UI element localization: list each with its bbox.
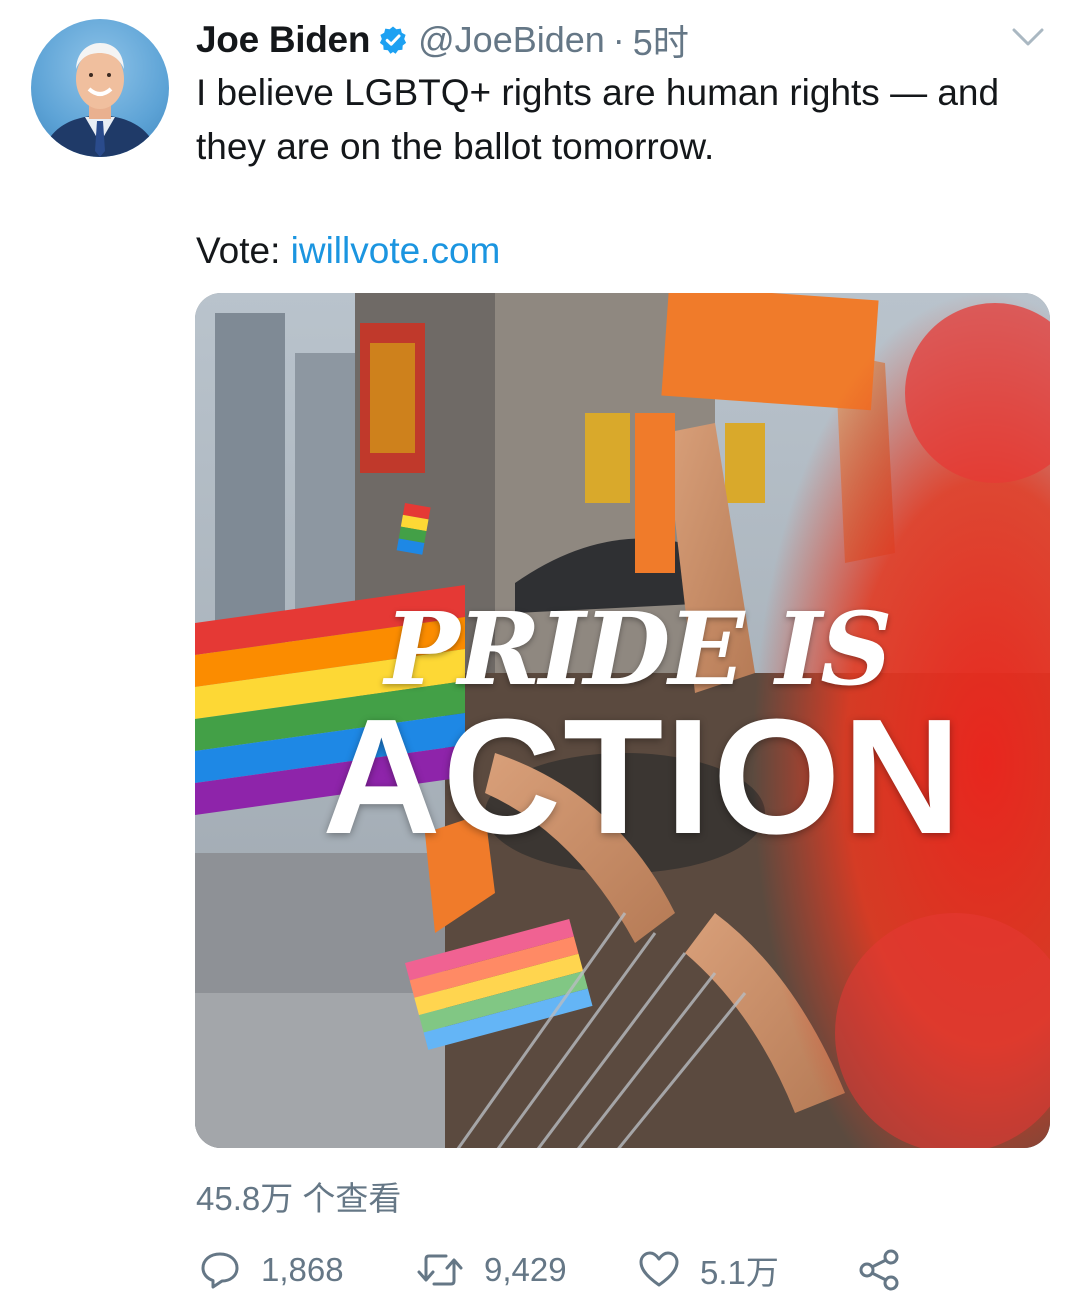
timestamp[interactable]: 5时 — [633, 14, 689, 66]
avatar[interactable] — [31, 19, 169, 157]
reply-icon — [201, 1252, 239, 1289]
heart-icon — [639, 1251, 679, 1287]
tweet-text: I believe LGBTQ+ rights are human rights… — [196, 66, 1056, 174]
display-name[interactable]: Joe Biden — [196, 19, 370, 61]
vote-label: Vote: — [196, 230, 291, 271]
retweet-button[interactable]: 9,429 — [416, 1240, 567, 1300]
verified-badge-icon — [378, 25, 408, 55]
vote-link[interactable]: iwillvote.com — [291, 230, 501, 271]
reply-count: 1,868 — [261, 1251, 344, 1288]
tweet-text-line: I believe LGBTQ+ rights are human rights… — [196, 72, 1000, 113]
tweet-media-image[interactable]: PRIDE IS ACTION — [195, 293, 1050, 1148]
share-button[interactable] — [858, 1240, 922, 1300]
retweet-count: 9,429 — [484, 1251, 567, 1288]
retweet-icon — [417, 1254, 463, 1286]
chevron-down-icon[interactable] — [1008, 22, 1048, 52]
like-count: 5.1万 — [700, 1254, 779, 1291]
like-button[interactable]: 5.1万 — [638, 1240, 779, 1300]
action-bar: 1,868 9,429 5.1万 — [0, 1240, 1080, 1300]
tweet-header: Joe Biden @JoeBiden · 5时 — [196, 14, 689, 66]
share-icon — [859, 1249, 899, 1291]
user-handle[interactable]: @JoeBiden — [418, 19, 605, 61]
tweet-text-line: they are on the ballot tomorrow. — [196, 126, 715, 167]
overlay-headline-bottom: ACTION — [322, 685, 963, 868]
separator-dot: · — [612, 19, 625, 60]
reply-button[interactable]: 1,868 — [199, 1240, 344, 1300]
vote-line: Vote: iwillvote.com — [196, 224, 500, 278]
view-count: 45.8万 个查看 — [196, 1180, 402, 1217]
